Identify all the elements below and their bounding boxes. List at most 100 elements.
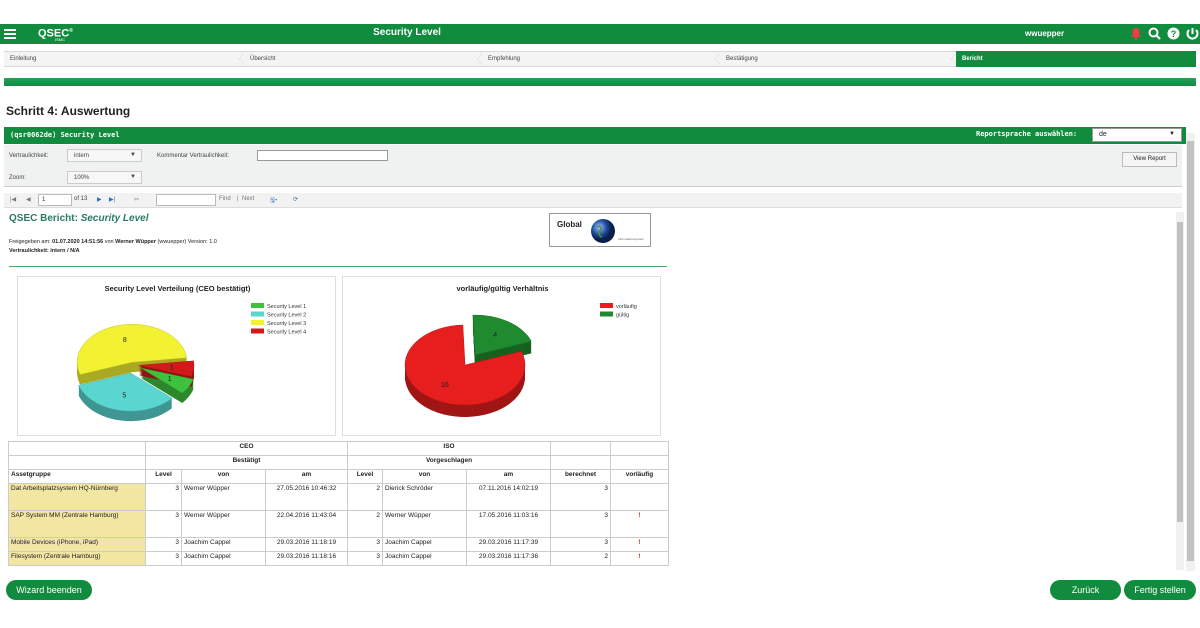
vorlaeufig-cell [610, 483, 669, 511]
pie-slice-label: 16 [441, 382, 449, 389]
col-header-ceo-am: am [265, 469, 348, 484]
chart-title: vorläufig/gültig Verhältnis [456, 284, 548, 293]
asset-cell[interactable]: Mobile Devices (iPhone, iPad) [8, 537, 146, 552]
meta-prefix: Freigegeben am: [9, 239, 51, 245]
pie-slice-label: 1 [168, 376, 172, 383]
col-header-asset: Assetgruppe [8, 469, 146, 484]
asset-cell[interactable]: Dat Arbeitsplatzsystem HQ-Nürnberg [8, 483, 146, 511]
report-title-name: Security Level [80, 213, 149, 224]
col-header-iso-von: von [382, 469, 467, 484]
legend-swatch [251, 303, 264, 308]
iso-level-cell: 2 [347, 510, 383, 538]
berechnet-cell: 3 [550, 537, 611, 552]
table-row: SAP System MM (Zentrale Hamburg) 3 Werne… [8, 510, 669, 538]
report-meta: Freigegeben am: 01.07.2020 14:51:56 von … [9, 238, 217, 256]
done-button[interactable]: Fertig stellen [1124, 580, 1196, 600]
iso-von-cell: Werner Wüpper [382, 510, 467, 538]
legend-swatch [251, 328, 264, 334]
table-cell [610, 441, 669, 456]
table-cell [8, 455, 146, 470]
asset-cell[interactable]: SAP System MM (Zentrale Hamburg) [8, 510, 146, 538]
ceo-level-cell: 3 [145, 510, 182, 538]
ceo-am-cell: 22.04.2016 11:43:04 [265, 510, 348, 538]
pie-slice-label: 4 [493, 332, 497, 339]
legend-swatch [251, 311, 264, 317]
col-header-ceo-level: Level [145, 469, 182, 484]
table-cell [550, 441, 611, 456]
iso-von-cell: Joachim Cappel [382, 551, 467, 566]
ceo-von-cell: Werner Wüpper [181, 510, 266, 538]
table-cell [8, 441, 146, 456]
legend-label: Security Level 3 [267, 321, 306, 327]
table-sub-iso: Vorgeschlagen [347, 455, 551, 470]
legend-label: gültig [616, 313, 629, 319]
vorlaeufig-cell: ! [610, 510, 669, 538]
report-title: QSEC Bericht: Security Level [9, 213, 149, 224]
table-sub-ceo: Bestätigt [145, 455, 348, 470]
table-header-row: Assetgruppe Level von am Level von am be… [8, 469, 669, 484]
legend-swatch [600, 311, 613, 317]
security-level-table: CEO ISO Bestätigt Vorgeschlagen Assetgru… [8, 441, 669, 566]
ceo-level-cell: 3 [145, 537, 182, 552]
pie-slice-label: 8 [123, 337, 127, 344]
table-subgroup-row: Bestätigt Vorgeschlagen [8, 455, 669, 470]
back-button[interactable]: Zurück [1050, 580, 1121, 600]
iso-level-cell: 3 [347, 537, 383, 552]
app-window: QSEC® ISMC Security Level wwuepper ? Ein… [0, 0, 1200, 628]
asset-cell[interactable]: Filesystem (Zentrale Hamburg) [8, 551, 146, 566]
iso-am-cell: 29.03.2016 11:17:36 [466, 551, 551, 566]
col-header-iso-am: am [466, 469, 551, 484]
iso-level-cell: 3 [347, 551, 383, 566]
table-group-row: CEO ISO [8, 441, 669, 456]
berechnet-cell: 3 [550, 483, 611, 511]
berechnet-cell: 3 [550, 510, 611, 538]
legend-label: vorläufig [616, 304, 637, 310]
legend-swatch [600, 303, 613, 308]
table-cell [610, 455, 669, 470]
iso-von-cell: Joachim Cappel [382, 537, 467, 552]
vorlaeufig-cell: ! [610, 537, 669, 552]
global-logo: Global Informationssystem [549, 213, 651, 247]
ceo-am-cell: 29.03.2016 11:18:19 [265, 537, 348, 552]
global-logo-text: Global [557, 220, 582, 229]
ceo-von-cell: Joachim Cappel [181, 551, 266, 566]
legend-swatch [251, 320, 264, 325]
legend-label: Security Level 2 [267, 313, 306, 319]
pie-slice-label: 1 [170, 364, 174, 371]
table-group-iso: ISO [347, 441, 551, 456]
ceo-level-cell: 3 [145, 483, 182, 511]
iso-von-cell: Dierick Schröder [382, 483, 467, 511]
chart-security-level-svg: Security Level Verteilung (CEO bestätigt… [76, 284, 306, 422]
meta-date: 01.07.2020 14:51:56 [52, 239, 104, 245]
berechnet-cell: 2 [550, 551, 611, 566]
global-logo-small: Informationssystem [618, 237, 645, 241]
iso-am-cell: 07.11.2016 14:02:19 [466, 483, 551, 511]
table-row: Filesystem (Zentrale Hamburg) 3 Joachim … [8, 551, 669, 566]
report-title-prefix: QSEC Bericht: [9, 213, 78, 224]
col-header-berechnet: berechnet [550, 469, 611, 484]
col-header-vorlaeufig: vorläufig [610, 469, 669, 484]
vorlaeufig-cell: ! [610, 551, 669, 566]
meta-confidentiality: Vertraulichkeit: intern / N/A [9, 248, 80, 254]
table-row: Mobile Devices (iPhone, iPad) 3 Joachim … [8, 537, 669, 552]
meta-user: Werner Wüpper [115, 239, 156, 245]
table-group-ceo: CEO [145, 441, 348, 456]
ceo-level-cell: 3 [145, 551, 182, 566]
globe-icon [591, 219, 615, 243]
report-divider [9, 266, 667, 267]
iso-am-cell: 17.05.2016 11:03:16 [466, 510, 551, 538]
col-header-ceo-von: von [181, 469, 266, 484]
chart-ratio-svg: vorläufig/gültig Verhältnis 16 4 vorläufig g… [404, 284, 637, 418]
legend-label: Security Level 1 [267, 304, 306, 310]
iso-am-cell: 29.03.2016 11:17:39 [466, 537, 551, 552]
table-cell [550, 455, 611, 470]
pie-slice-label: 5 [122, 392, 126, 399]
chart-ratio: vorläufig/gültig Verhältnis 16 4 vorläufig g… [342, 276, 661, 436]
iso-level-cell: 2 [347, 483, 383, 511]
table-row: Dat Arbeitsplatzsystem HQ-Nürnberg 3 Wer… [8, 483, 669, 511]
col-header-iso-level: Level [347, 469, 383, 484]
report-viewport: QSEC Bericht: Security Level Freigegeben… [0, 0, 1200, 571]
finish-wizard-button[interactable]: Wizard beenden [6, 580, 92, 600]
ceo-am-cell: 27.05.2016 10:46:32 [265, 483, 348, 511]
ceo-von-cell: Werner Wüpper [181, 483, 266, 511]
